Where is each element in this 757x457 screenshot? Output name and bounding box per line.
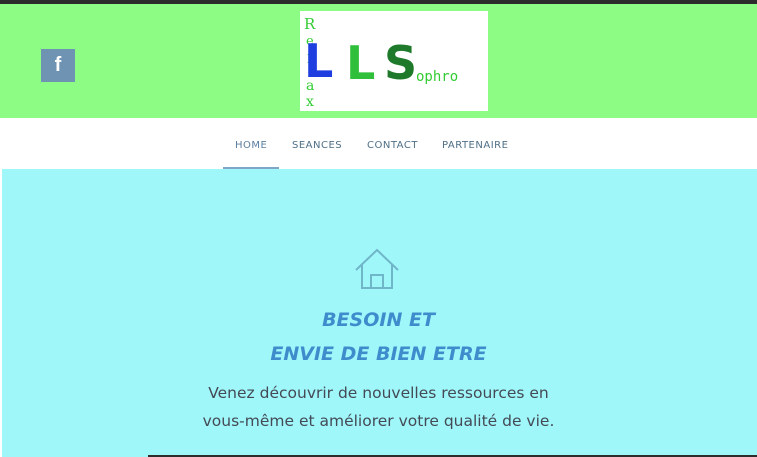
nav-item-home[interactable]: HOME <box>235 140 267 151</box>
nav-item-partenaire[interactable]: PARTENAIRE <box>442 140 508 151</box>
home-icon <box>353 246 401 297</box>
facebook-icon: f <box>54 54 62 76</box>
logo-letter-r: R <box>304 15 316 33</box>
hero-text-line2: vous-même et améliorer votre qualité de … <box>202 412 555 430</box>
nav-item-seances[interactable]: SEANCES <box>292 140 342 151</box>
logo-first-l: L <box>304 34 333 88</box>
logo-second-l: L <box>346 36 375 90</box>
logo-suffix: ophro <box>416 69 458 85</box>
hero-title-line1: BESOIN ET <box>322 309 435 331</box>
nav-item-contact[interactable]: CONTACT <box>367 140 418 151</box>
logo-s: S <box>384 36 417 90</box>
logo-letter-x: x <box>306 94 314 110</box>
hero-title-line2: ENVIE DE BIEN ETRE <box>270 343 487 365</box>
site-logo[interactable]: R e l a x L L S ophro <box>300 11 488 111</box>
hero-text-line1: Venez découvrir de nouvelles ressources … <box>208 384 549 402</box>
main-navigation: HOME SEANCES CONTACT PARTENAIRE <box>0 118 757 169</box>
facebook-button[interactable]: f <box>41 49 75 82</box>
